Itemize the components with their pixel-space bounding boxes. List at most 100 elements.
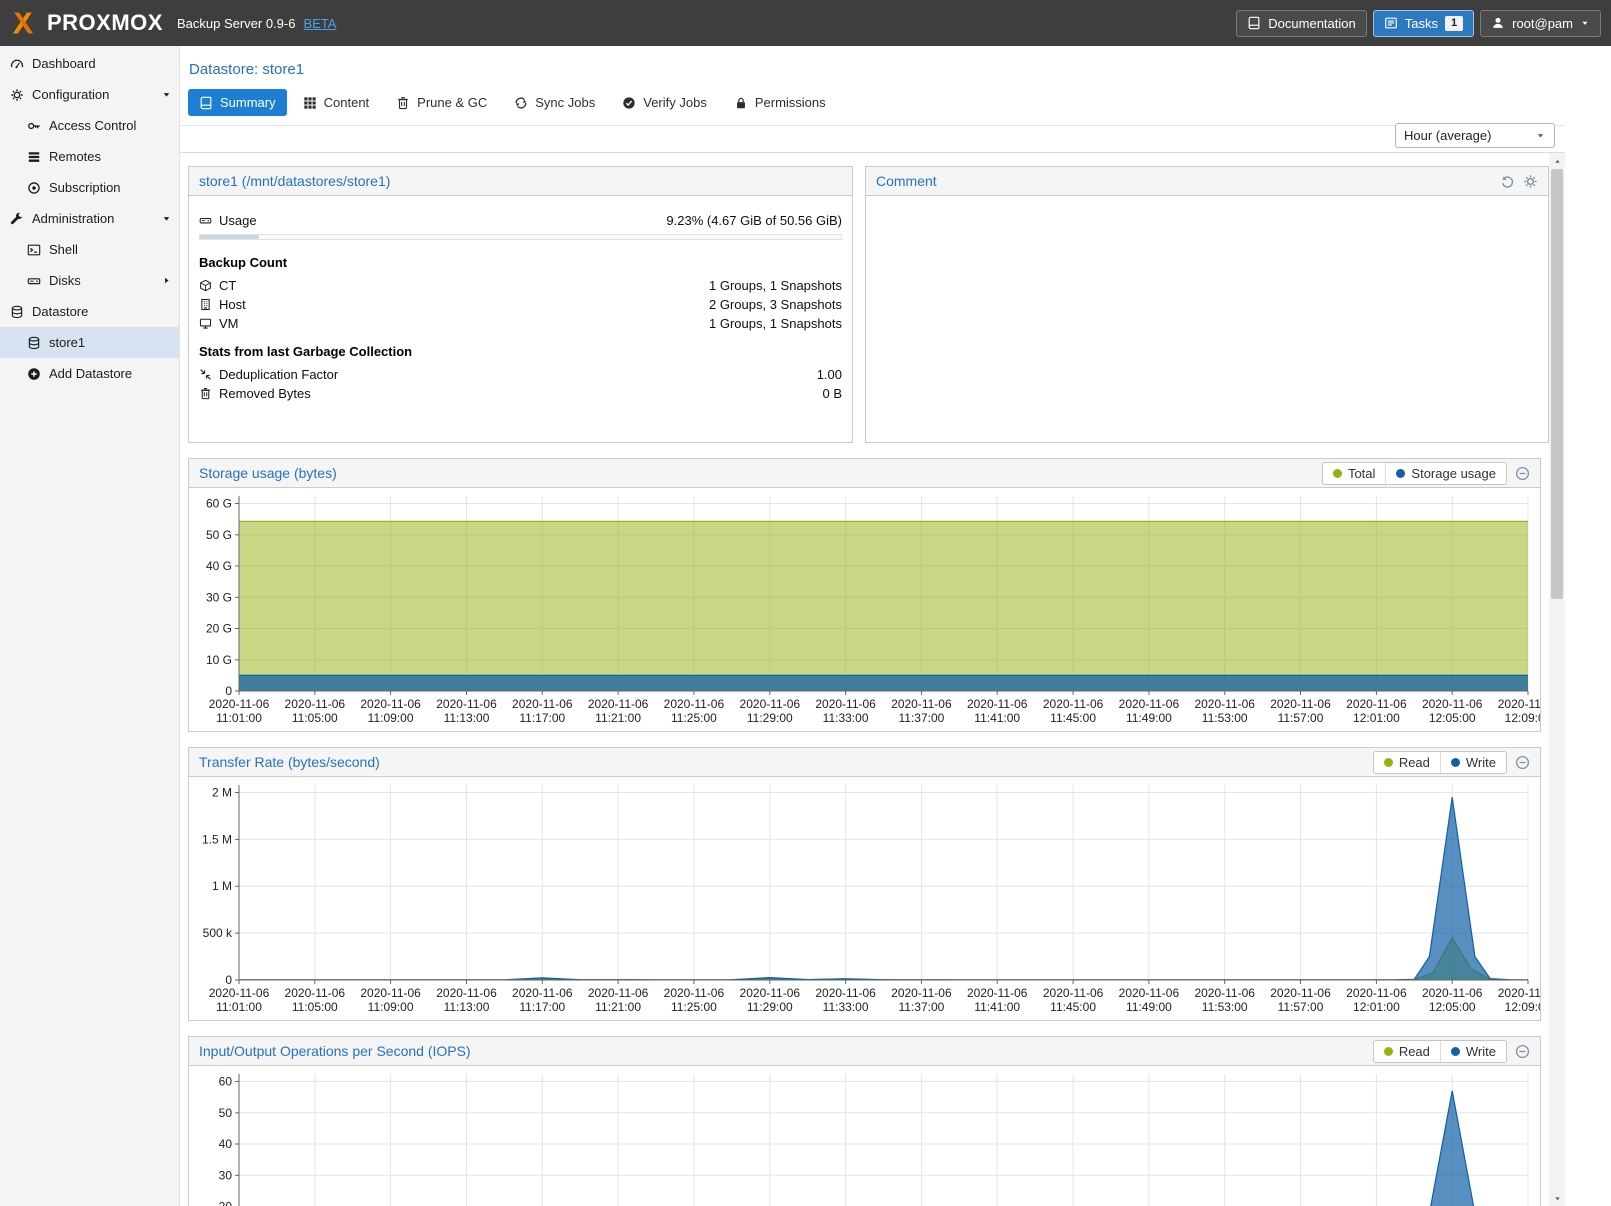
sidebar-item-store1[interactable]: store1 [0,327,179,358]
comment-panel-title: Comment [876,173,937,189]
book-icon [1247,16,1261,30]
svg-text:2020-11-06: 2020-11-06 [1194,986,1255,1000]
transfer-rate-header: Transfer Rate (bytes/second) Read Write [189,748,1540,777]
svg-text:2020-11-06: 2020-11-06 [1498,697,1540,711]
ct-row: CT 1 Groups, 1 Snapshots [189,276,852,295]
documentation-button[interactable]: Documentation [1236,10,1366,37]
tasks-count-badge: 1 [1445,16,1463,31]
chevron-down-icon[interactable] [161,213,172,224]
svg-text:11:17:00: 11:17:00 [519,711,565,725]
legend-item-write[interactable]: Write [1440,752,1506,773]
tasks-button[interactable]: Tasks 1 [1373,10,1474,37]
sidebar-item-disks[interactable]: Disks [0,265,179,296]
user-menu-button[interactable]: root@pam [1480,10,1601,37]
gc-stats-heading: Stats from last Garbage Collection [189,333,852,365]
summary-panel-header: store1 (/mnt/datastores/store1) [189,167,852,196]
tab-content[interactable]: Content [292,89,381,116]
chevron-right-icon[interactable] [161,275,172,286]
legend-dot [1384,1047,1393,1056]
svg-text:11:49:00: 11:49:00 [1126,1000,1172,1014]
vertical-scrollbar[interactable] [1549,153,1565,1206]
scrollbar-thumb[interactable] [1551,169,1563,599]
tab-sync-jobs[interactable]: Sync Jobs [503,89,606,116]
sidebar-item-shell[interactable]: Shell [0,234,179,265]
svg-text:12:09:00: 12:09:00 [1505,1000,1540,1014]
sidebar-item-administration[interactable]: Administration [0,203,179,234]
svg-text:2020-11-06: 2020-11-06 [436,986,497,1000]
chevron-down-icon [1535,130,1546,141]
svg-text:2020-11-06: 2020-11-06 [1422,697,1483,711]
legend-item-read[interactable]: Read [1374,1041,1440,1062]
vm-value: 1 Groups, 1 Snapshots [709,316,842,331]
wrench-icon [10,212,24,226]
chart-legend: Read Write [1373,1040,1507,1063]
svg-text:11:45:00: 11:45:00 [1050,1000,1096,1014]
building-icon [199,298,212,311]
legend-item-write[interactable]: Write [1440,1041,1506,1062]
sidebar-item-label: Add Datastore [49,366,132,381]
dedup-label: Deduplication Factor [219,367,338,382]
scroll-up-arrow[interactable] [1549,153,1565,169]
grid-icon [303,96,317,110]
sync-icon [514,96,528,110]
sidebar-item-add-datastore[interactable]: Add Datastore [0,358,179,389]
scroll-down-arrow[interactable] [1549,1190,1565,1206]
sidebar-item-label: Access Control [49,118,136,133]
timeframe-select[interactable]: Hour (average) [1395,123,1555,148]
legend-label: Storage usage [1411,466,1496,481]
page-title: Datastore: store1 [180,46,1611,78]
svg-text:2020-11-06: 2020-11-06 [1043,697,1104,711]
svg-text:60 G: 60 G [206,497,232,511]
settings-icon[interactable] [1523,174,1538,189]
svg-text:2020-11-06: 2020-11-06 [1119,986,1180,1000]
legend-item-storage-usage[interactable]: Storage usage [1385,463,1506,484]
svg-text:60: 60 [219,1075,233,1089]
beta-link[interactable]: BETA [303,16,336,31]
svg-text:11:33:00: 11:33:00 [823,1000,869,1014]
storage-usage-chart: 010 G20 G30 G40 G50 G60 G2020-11-0611:01… [189,488,1540,731]
legend-label: Write [1466,1044,1496,1059]
collapse-icon[interactable] [1515,755,1530,770]
tab-summary[interactable]: Summary [188,89,287,116]
sidebar-item-datastore[interactable]: Datastore [0,296,179,327]
tasks-label: Tasks [1405,16,1438,31]
transfer-rate-title: Transfer Rate (bytes/second) [199,754,380,770]
sidebar-item-subscription[interactable]: Subscription [0,172,179,203]
tab-prune-gc[interactable]: Prune & GC [385,89,498,116]
collapse-icon[interactable] [1515,466,1530,481]
svg-text:11:25:00: 11:25:00 [671,1000,717,1014]
tab-label: Verify Jobs [643,95,707,110]
proxmox-logo-mark [10,10,36,36]
collapse-icon[interactable] [1515,1044,1530,1059]
sidebar-item-remotes[interactable]: Remotes [0,141,179,172]
database-icon [27,336,41,350]
iops-panel: Input/Output Operations per Second (IOPS… [188,1036,1541,1206]
ct-value: 1 Groups, 1 Snapshots [709,278,842,293]
sidebar-item-access-control[interactable]: Access Control [0,110,179,141]
legend-item-total[interactable]: Total [1323,463,1385,484]
cube-icon [199,279,212,292]
svg-text:11:57:00: 11:57:00 [1278,711,1324,725]
iops-chart: 01020304050602020-11-0611:01:002020-11-0… [189,1066,1540,1206]
svg-text:50 G: 50 G [206,528,232,542]
summary-panel-title: store1 (/mnt/datastores/store1) [199,173,390,189]
svg-text:11:25:00: 11:25:00 [671,711,717,725]
tab-permissions[interactable]: Permissions [723,89,837,116]
product-version: Backup Server 0.9-6 [177,16,296,31]
legend-label: Read [1399,755,1430,770]
svg-text:11:29:00: 11:29:00 [747,1000,793,1014]
storage-usage-panel: Storage usage (bytes) Total Storage usag… [188,458,1541,732]
svg-text:500 k: 500 k [203,926,233,940]
chevron-down-icon[interactable] [161,89,172,100]
sidebar-item-dashboard[interactable]: Dashboard [0,48,179,79]
comment-panel-tools [1500,174,1538,189]
tab-verify-jobs[interactable]: Verify Jobs [611,89,718,116]
legend-item-read[interactable]: Read [1374,752,1440,773]
sidebar-item-configuration[interactable]: Configuration [0,79,179,110]
comment-content[interactable] [866,196,1548,442]
svg-text:2020-11-06: 2020-11-06 [209,986,270,1000]
svg-text:2020-11-06: 2020-11-06 [664,986,725,1000]
sidebar: Dashboard Configuration Access Control R… [0,46,180,1206]
reload-icon[interactable] [1500,174,1515,189]
chevron-down-icon [1580,18,1590,28]
